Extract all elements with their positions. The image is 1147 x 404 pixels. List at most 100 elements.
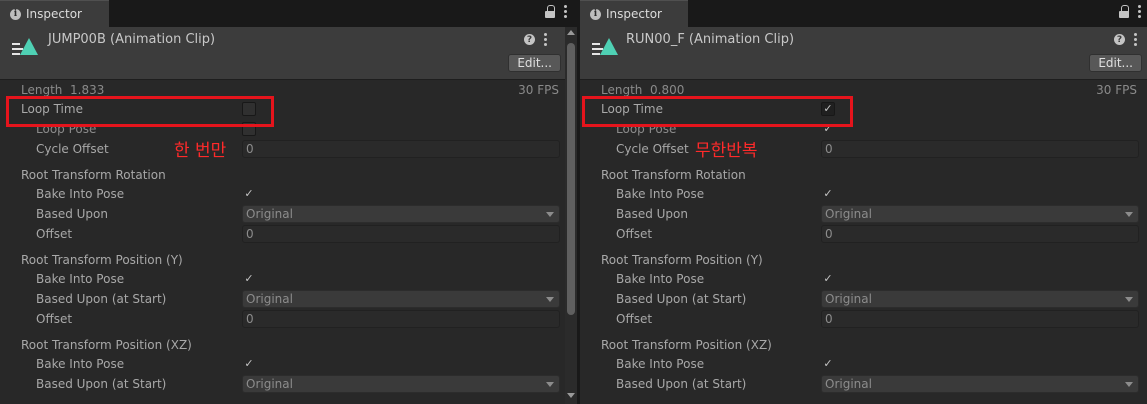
length-value: 1.833 [70,83,105,97]
tab-label: Inspector [26,7,82,21]
offset-field[interactable]: 0 [821,225,1139,243]
based-upon-start-label: Based Upon (at Start) [36,377,167,391]
clip-title: RUN00_F (Animation Clip) [626,32,795,47]
cycle-offset-field[interactable]: 0 [242,140,560,158]
fps-label: 30 FPS [1096,83,1137,97]
offset-label: Offset [616,227,653,241]
position-y-header: Root Transform Position (Y) [21,253,183,267]
offset-field[interactable]: 0 [242,225,560,243]
scrollbar-thumb[interactable] [567,43,575,315]
based-upon-row: Based Upon Original [0,205,577,225]
clip-settings: Length 1.833 30 FPS Loop Time Loop Pose … [0,81,577,404]
animation-clip-icon [592,37,618,57]
cycle-offset-field[interactable]: 0 [821,140,1139,158]
section-header: Root Transform Position (Y) [580,251,1147,271]
based-upon-start-label: Based Upon (at Start) [616,377,747,391]
based-upon-start-label: Based Upon (at Start) [616,292,747,306]
section-header: Root Transform Rotation [0,166,577,186]
bake-y-checkbox[interactable]: ✓ [242,272,256,286]
cycle-offset-row: Cycle Offset 0 [580,140,1147,160]
based-upon-dropdown[interactable]: Original [242,205,560,223]
offset-y-field[interactable]: 0 [821,310,1139,328]
bake-into-pose-label: Bake Into Pose [616,357,705,371]
length-label: Length [601,83,643,97]
edit-button[interactable]: Edit... [508,54,561,72]
scroll-up-icon[interactable] [567,30,575,35]
offset-label: Offset [616,312,653,326]
kebab-menu-icon[interactable] [1138,5,1141,18]
based-upon-xz-dropdown[interactable]: Original [242,375,560,393]
bake-into-pose-label: Bake Into Pose [36,272,125,286]
based-upon-start-label: Based Upon (at Start) [36,292,167,306]
offset-y-row: Offset 0 [0,310,577,330]
lock-icon[interactable] [1119,5,1129,18]
based-upon-start-row: Based Upon (at Start) Original [0,290,577,310]
bake-rotation-row: Bake Into Pose ✓ [0,185,577,205]
bake-xz-row: Bake Into Pose ✓ [580,355,1147,375]
loop-time-highlight-box [6,96,274,127]
offset-y-field[interactable]: 0 [242,310,560,328]
fps-label: 30 FPS [518,83,559,97]
lock-icon[interactable] [545,5,555,18]
offset-y-row: Offset 0 [580,310,1147,330]
bake-rotation-checkbox[interactable]: ✓ [821,187,835,201]
bake-into-pose-label: Bake Into Pose [36,187,125,201]
tab-inspector[interactable]: i Inspector [0,0,109,27]
based-upon-y-dropdown[interactable]: Original [242,290,560,308]
position-xz-header: Root Transform Position (XZ) [601,338,772,352]
annotation-infinite-loop: 무한반복 [695,141,758,161]
based-upon-xz-dropdown[interactable]: Original [821,375,1139,393]
offset-row: Offset 0 [0,225,577,245]
length-value: 0.800 [650,83,685,97]
rotation-header: Root Transform Rotation [601,168,746,182]
tab-bar: i Inspector [0,0,577,27]
help-icon[interactable]: ? [524,34,535,45]
section-header: Root Transform Position (XZ) [0,336,577,356]
cycle-offset-label: Cycle Offset [36,142,109,156]
kebab-menu-icon[interactable] [1134,33,1137,46]
scrollbar[interactable] [565,27,577,404]
based-upon-xz-row: Based Upon (at Start) Original [0,375,577,395]
section-header: Root Transform Position (XZ) [580,336,1147,356]
kebab-menu-icon[interactable] [564,5,567,18]
clip-header: RUN00_F (Animation Clip) ? Edit... [580,27,1147,80]
cycle-offset-label: Cycle Offset [616,142,689,156]
inspector-panel-left: i Inspector JUMP00B (Animation Clip) ? E… [0,0,577,404]
offset-label: Offset [36,312,73,326]
info-icon: i [590,8,601,20]
based-upon-start-row: Based Upon (at Start) Original [580,290,1147,310]
bake-y-row: Bake Into Pose ✓ [0,270,577,290]
length-label: Length [21,83,63,97]
kebab-menu-icon[interactable] [544,33,547,46]
based-upon-label: Based Upon [36,207,108,221]
bake-rotation-row: Bake Into Pose ✓ [580,185,1147,205]
based-upon-label: Based Upon [616,207,688,221]
based-upon-dropdown[interactable]: Original [821,205,1139,223]
position-y-header: Root Transform Position (Y) [601,253,763,267]
scroll-down-icon[interactable] [567,393,575,398]
animation-clip-icon [12,37,38,57]
loop-time-highlight-box [582,96,853,127]
bake-rotation-checkbox[interactable]: ✓ [242,187,256,201]
bake-into-pose-label: Bake Into Pose [616,187,705,201]
bake-xz-checkbox[interactable]: ✓ [821,357,835,371]
bake-y-checkbox[interactable]: ✓ [821,272,835,286]
bake-y-row: Bake Into Pose ✓ [580,270,1147,290]
clip-settings: Length 0.800 30 FPS Loop Time ✓ Loop Pos… [580,81,1147,404]
annotation-once: 한 번만 [174,141,227,161]
edit-button[interactable]: Edit... [1089,54,1142,72]
based-upon-row: Based Upon Original [580,205,1147,225]
bake-xz-checkbox[interactable]: ✓ [242,357,256,371]
rotation-header: Root Transform Rotation [21,168,166,182]
cycle-offset-row: Cycle Offset 0 [0,140,577,160]
based-upon-xz-row: Based Upon (at Start) Original [580,375,1147,395]
inspector-panel-right: i Inspector RUN00_F (Animation Clip) ? E… [580,0,1147,404]
based-upon-y-dropdown[interactable]: Original [821,290,1139,308]
help-icon[interactable]: ? [1114,34,1125,45]
section-header: Root Transform Rotation [580,166,1147,186]
offset-label: Offset [36,227,73,241]
tab-inspector[interactable]: i Inspector [580,0,688,27]
bake-xz-row: Bake Into Pose ✓ [0,355,577,375]
section-header: Root Transform Position (Y) [0,251,577,271]
info-icon: i [10,8,21,20]
